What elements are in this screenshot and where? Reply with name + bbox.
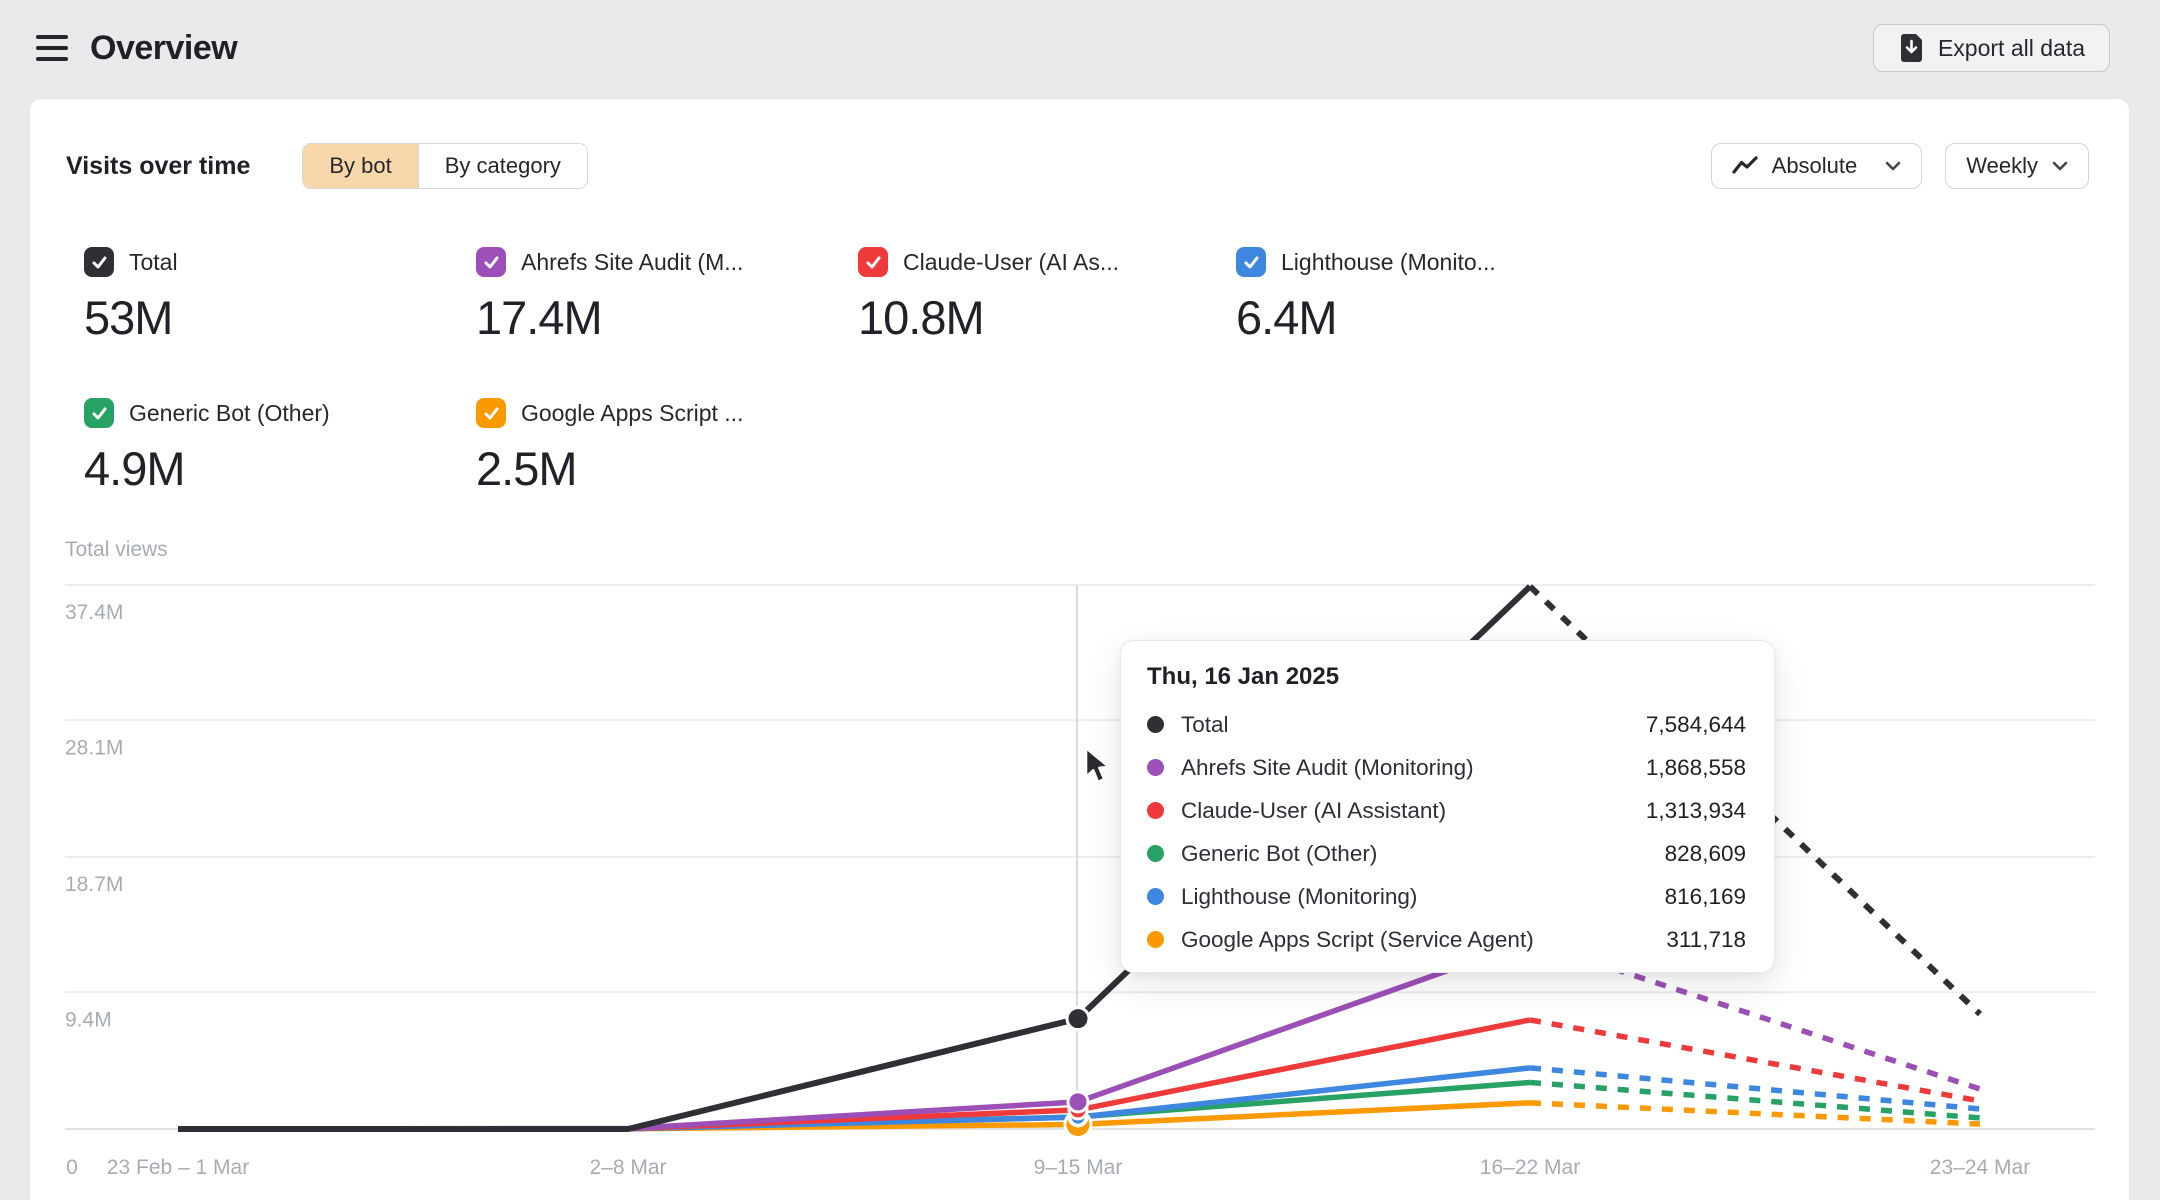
tooltip-row-value: 1,313,934 [1646,798,1746,824]
svg-text:23 Feb – 1 Mar: 23 Feb – 1 Mar [107,1156,249,1179]
tooltip-row-value: 7,584,644 [1646,712,1746,738]
tooltip-row-label: Lighthouse (Monitoring) [1181,884,1417,910]
tooltip-row-label: Claude-User (AI Assistant) [1181,798,1446,824]
svg-text:0: 0 [66,1156,78,1179]
tooltip-row-claude-user: Claude-User (AI Assistant) 1,313,934 [1147,789,1746,832]
tooltip-date: Thu, 16 Jan 2025 [1147,663,1746,691]
tooltip-row-ahrefs: Ahrefs Site Audit (Monitoring) 1,868,558 [1147,746,1746,789]
tooltip-row-generic-bot: Generic Bot (Other) 828,609 [1147,832,1746,875]
tooltip-row-value: 828,609 [1665,841,1746,867]
tooltip-row-label: Ahrefs Site Audit (Monitoring) [1181,755,1474,781]
series-dot-google-apps-script [1147,931,1164,948]
tooltip-row-value: 1,868,558 [1646,755,1746,781]
tooltip-row-value: 816,169 [1665,884,1746,910]
series-dot-generic-bot [1147,845,1164,862]
svg-text:16–22 Mar: 16–22 Mar [1480,1156,1580,1179]
series-dot-ahrefs [1147,759,1164,776]
series-dot-claude-user [1147,802,1164,819]
svg-text:28.1M: 28.1M [65,736,123,759]
tooltip-row-label: Total [1181,712,1229,738]
series-dot-total [1147,716,1164,733]
tooltip-row-google-apps-script: Google Apps Script (Service Agent) 311,7… [1147,918,1746,961]
tooltip-row-lighthouse: Lighthouse (Monitoring) 816,169 [1147,875,1746,918]
svg-text:9–15 Mar: 9–15 Mar [1034,1156,1123,1179]
tooltip-row-label: Generic Bot (Other) [1181,841,1377,867]
series-dot-lighthouse [1147,888,1164,905]
visits-line-chart[interactable]: 0 9.4M 18.7M 28.1M 37.4M 23 Feb – 1 Mar 2–8 Ma… [0,0,2160,1200]
svg-text:9.4M: 9.4M [65,1008,112,1031]
svg-text:37.4M: 37.4M [65,601,123,624]
svg-text:2–8 Mar: 2–8 Mar [589,1156,666,1179]
tooltip-row-label: Google Apps Script (Service Agent) [1181,927,1534,953]
chart-tooltip: Thu, 16 Jan 2025 Total 7,584,644 Ahrefs … [1120,640,1775,973]
tooltip-row-value: 311,718 [1666,927,1746,953]
svg-text:23–24 Mar: 23–24 Mar [1930,1156,2030,1179]
svg-text:18.7M: 18.7M [65,873,123,896]
tooltip-row-total: Total 7,584,644 [1147,703,1746,746]
